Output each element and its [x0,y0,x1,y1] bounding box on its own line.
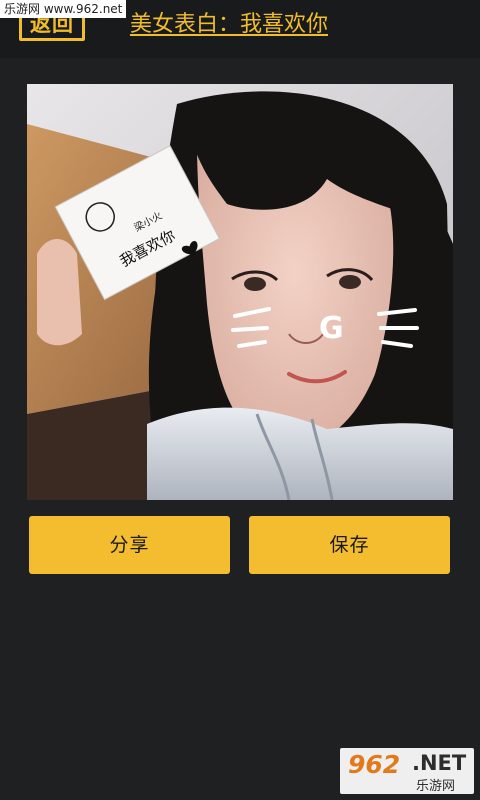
whisker-doodle-letter: G [319,311,344,346]
watermark-logo-number: 962 [348,750,401,779]
watermark-logo-domain: .NET [412,751,467,775]
page-title: 美女表白：我喜欢你 [130,12,329,37]
photo-illustration: G 梁小火 我喜欢你 [27,84,453,500]
save-button[interactable]: 保存 [249,516,450,574]
generated-photo: G 梁小火 我喜欢你 [27,84,453,500]
share-button[interactable]: 分享 [29,516,230,574]
watermark-logo-caption: 乐游网 [416,779,456,794]
watermark-text: 乐游网 www.962.net [0,0,127,18]
watermark-logo: 962 .NET 乐游网 [340,748,474,794]
